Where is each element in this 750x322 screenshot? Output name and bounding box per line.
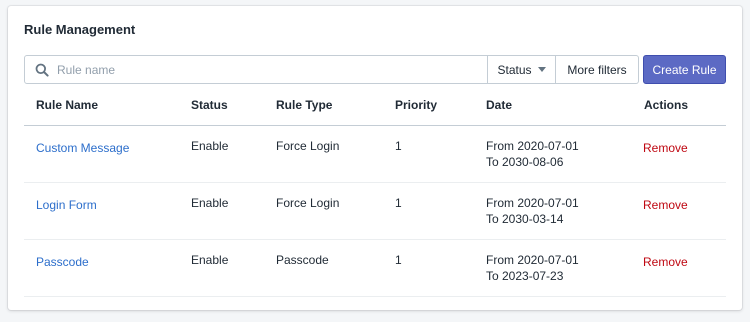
column-header-date: Date <box>486 98 513 112</box>
rule-date-from: From 2020-07-01 <box>486 196 579 210</box>
column-header-actions: Actions <box>644 98 689 112</box>
rule-type: Force Login <box>276 139 340 153</box>
table-row: Login Form Enable Force Login 1 From 202… <box>24 183 726 240</box>
page-title: Rule Management <box>24 22 136 37</box>
status-filter-label: Status <box>497 62 532 77</box>
column-header-rule-type: Rule Type <box>276 98 333 112</box>
rule-status: Enable <box>191 253 229 267</box>
rule-date-from: From 2020-07-01 <box>486 253 579 267</box>
rule-status: Enable <box>191 196 229 210</box>
table-row: Custom Message Enable Force Login 1 From… <box>24 126 726 183</box>
remove-button[interactable]: Remove <box>643 197 688 213</box>
rule-management-card: Rule Management Status More filters Crea… <box>8 6 742 310</box>
status-filter-button[interactable]: Status <box>488 55 556 84</box>
rule-priority: 1 <box>395 253 402 267</box>
column-header-rule-name: Rule Name <box>36 98 99 112</box>
rule-name-link[interactable]: Passcode <box>36 254 89 270</box>
caret-down-icon <box>537 67 546 72</box>
rule-name-link[interactable]: Custom Message <box>36 140 129 156</box>
remove-button[interactable]: Remove <box>643 140 688 156</box>
table-header: Rule Name Status Rule Type Priority Date… <box>24 90 726 126</box>
rule-type: Force Login <box>276 196 340 210</box>
table-row: Passcode Enable Passcode 1 From 2020-07-… <box>24 240 726 297</box>
rule-date-from: From 2020-07-01 <box>486 139 579 153</box>
rule-date-to: To 2030-03-14 <box>486 212 564 226</box>
search-icon <box>35 63 49 77</box>
rule-priority: 1 <box>395 139 402 153</box>
rule-date-to: To 2030-08-06 <box>486 155 564 169</box>
create-rule-button[interactable]: Create Rule <box>643 55 726 84</box>
rule-status: Enable <box>191 139 229 153</box>
column-header-priority: Priority <box>395 98 438 112</box>
remove-button[interactable]: Remove <box>643 254 688 270</box>
search-field[interactable] <box>24 55 488 84</box>
search-input[interactable] <box>57 62 457 77</box>
more-filters-button[interactable]: More filters <box>556 55 639 84</box>
filter-bar: Status More filters <box>24 55 639 84</box>
column-header-status: Status <box>191 98 228 112</box>
rule-type: Passcode <box>276 253 329 267</box>
rule-priority: 1 <box>395 196 402 210</box>
rule-date-to: To 2023-07-23 <box>486 269 564 283</box>
rule-name-link[interactable]: Login Form <box>36 197 97 213</box>
